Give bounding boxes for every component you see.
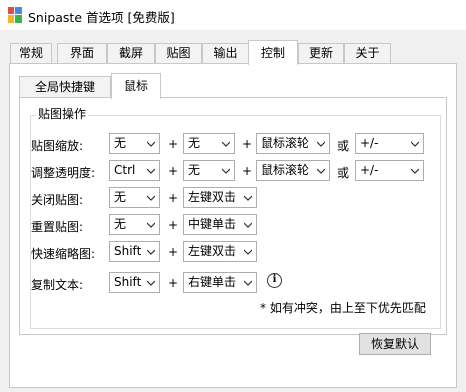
or-text: 或 bbox=[337, 166, 350, 180]
tab-control[interactable]: 控制 bbox=[248, 40, 298, 65]
plus-sign: + bbox=[168, 191, 179, 205]
opacity-modifier2-select[interactable]: 无 bbox=[183, 160, 235, 181]
chevron-down-icon bbox=[411, 168, 419, 174]
plus-sign: + bbox=[242, 164, 253, 178]
reset-action-select[interactable]: 中键单击 bbox=[183, 214, 257, 235]
tab-update[interactable]: 更新 bbox=[298, 43, 344, 64]
chevron-down-icon bbox=[222, 141, 230, 147]
select-value: Shift bbox=[114, 244, 142, 258]
row-label-zoom: 贴图缩放: bbox=[31, 139, 84, 153]
tab-bar: 常规 界面 截屏 贴图 输出 控制 更新 关于 bbox=[0, 40, 466, 65]
opacity-modifier1-select[interactable]: Ctrl bbox=[109, 160, 160, 181]
select-value: +/- bbox=[360, 163, 379, 177]
plus-sign: + bbox=[168, 218, 179, 232]
conflict-note: * 如有冲突，由上至下优先匹配 bbox=[260, 301, 426, 315]
plus-sign: + bbox=[168, 245, 179, 259]
select-value: 中键单击 bbox=[188, 217, 237, 231]
select-value: 无 bbox=[188, 136, 201, 150]
or-text: 或 bbox=[337, 139, 350, 153]
select-value: 无 bbox=[114, 217, 127, 231]
chevron-down-icon bbox=[147, 168, 155, 174]
chevron-down-icon bbox=[244, 222, 252, 228]
copy-text-action-select[interactable]: 右键单击 bbox=[183, 272, 257, 293]
row-label-reset: 重置贴图: bbox=[31, 220, 84, 234]
opacity-key-select[interactable]: +/- bbox=[355, 160, 424, 181]
zoom-action-select[interactable]: 鼠标滚轮 bbox=[256, 133, 330, 154]
copy-text-modifier-select[interactable]: Shift bbox=[109, 272, 160, 293]
thumbnail-action-select[interactable]: 左键双击 bbox=[183, 241, 257, 262]
select-value: 鼠标滚轮 bbox=[261, 163, 310, 177]
zoom-modifier2-select[interactable]: 无 bbox=[183, 133, 235, 154]
tab-about[interactable]: 关于 bbox=[344, 43, 391, 64]
chevron-down-icon bbox=[317, 168, 325, 174]
row-label-close: 关闭贴图: bbox=[31, 193, 84, 207]
row-label-copy-text: 复制文本: bbox=[31, 278, 84, 292]
close-modifier-select[interactable]: 无 bbox=[109, 187, 160, 208]
zoom-modifier1-select[interactable]: 无 bbox=[109, 133, 160, 154]
select-value: Ctrl bbox=[114, 163, 136, 177]
chevron-down-icon bbox=[147, 195, 155, 201]
tab-capture[interactable]: 截屏 bbox=[107, 43, 155, 64]
chevron-down-icon bbox=[244, 249, 252, 255]
select-value: 左键双击 bbox=[188, 190, 237, 204]
subtab-mouse[interactable]: 鼠标 bbox=[111, 73, 161, 99]
select-value: Shift bbox=[114, 275, 142, 289]
chevron-down-icon bbox=[147, 280, 155, 286]
tab-general[interactable]: 常规 bbox=[10, 43, 52, 64]
zoom-key-select[interactable]: +/- bbox=[355, 133, 424, 154]
select-value: 无 bbox=[188, 163, 201, 177]
snipaste-logo-icon bbox=[8, 7, 22, 23]
plus-sign: + bbox=[168, 164, 179, 178]
group-title: 贴图操作 bbox=[36, 105, 89, 122]
plus-sign: + bbox=[168, 137, 179, 151]
close-action-select[interactable]: 左键双击 bbox=[183, 187, 257, 208]
window-title: Snipaste 首选项 [免费版] bbox=[28, 10, 175, 25]
chevron-down-icon bbox=[147, 249, 155, 255]
select-value: +/- bbox=[360, 136, 379, 150]
select-value: 鼠标滚轮 bbox=[261, 136, 310, 150]
reset-modifier-select[interactable]: 无 bbox=[109, 214, 160, 235]
plus-sign: + bbox=[242, 137, 253, 151]
chevron-down-icon bbox=[147, 222, 155, 228]
chevron-down-icon bbox=[317, 141, 325, 147]
tab-interface[interactable]: 界面 bbox=[57, 43, 107, 64]
subtab-global-hotkeys[interactable]: 全局快捷键 bbox=[19, 76, 111, 98]
info-icon[interactable]: i bbox=[267, 273, 282, 288]
tab-pin[interactable]: 贴图 bbox=[155, 43, 202, 64]
restore-defaults-button[interactable]: 恢复默认 bbox=[359, 333, 431, 355]
select-value: 左键双击 bbox=[188, 244, 237, 258]
opacity-action-select[interactable]: 鼠标滚轮 bbox=[256, 160, 330, 181]
thumbnail-modifier-select[interactable]: Shift bbox=[109, 241, 160, 262]
tab-output[interactable]: 输出 bbox=[202, 43, 249, 64]
select-value: 右键单击 bbox=[188, 275, 237, 289]
title-bar: Snipaste 首选项 [免费版] bbox=[0, 0, 466, 30]
row-label-opacity: 调整透明度: bbox=[31, 166, 96, 180]
select-value: 无 bbox=[114, 190, 127, 204]
row-label-thumbnail: 快速缩略图: bbox=[31, 247, 96, 261]
chevron-down-icon bbox=[147, 141, 155, 147]
chevron-down-icon bbox=[244, 280, 252, 286]
chevron-down-icon bbox=[244, 195, 252, 201]
chevron-down-icon bbox=[222, 168, 230, 174]
select-value: 无 bbox=[114, 136, 127, 150]
plus-sign: + bbox=[168, 276, 179, 290]
chevron-down-icon bbox=[411, 141, 419, 147]
